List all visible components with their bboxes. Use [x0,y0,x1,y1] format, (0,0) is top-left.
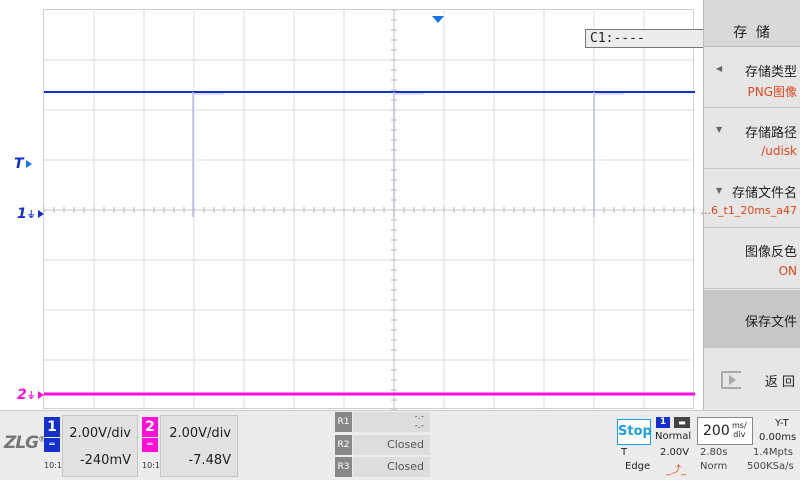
menu-item-label: 存储路径 [744,126,797,141]
record-length-time: 2.80s [700,447,728,458]
horizontal-delay[interactable]: 0.00ms [759,432,796,443]
channel1-marker-label: 1 [17,206,27,222]
ground-icon: ⏚ [26,210,36,221]
channel2-panel[interactable]: 2.00V/div -7.48V [160,415,238,477]
menu-item-file-name[interactable]: ▼ 存储文件名 ...6_t1_20ms_a47 [700,170,800,228]
menu-item-save-type[interactable]: ◀ 存储类型 PNG图像 [704,48,800,108]
channel2-coupling-icon: ═ [142,438,158,452]
channel1-badge[interactable]: 1 [44,417,60,437]
triangle-down-icon: ▼ [716,186,723,195]
channel2-marker-label: 2 [17,387,27,403]
menu-item-save-path[interactable]: ▼ 存储路径 /udisk [704,109,800,169]
channel1-probe-ratio: 10:1 [44,461,62,470]
run-stop-button[interactable]: Stop [617,419,652,445]
menu-item-label: 存储文件名 [731,186,797,201]
trigger-type: Edge [625,461,651,472]
timebase-display[interactable]: 200 ms/div [697,417,753,445]
ref-tag: R3 [335,457,352,477]
channel1-scale: 2.00V/div [69,426,131,441]
menu-item-label: 存储类型 [744,65,797,80]
menu-item-save-file[interactable]: 保存文件 [704,290,800,348]
triangle-down-icon: ▼ [716,125,723,134]
menu-item-back[interactable]: 返 回 [704,349,800,410]
arrow-right-icon [37,210,44,218]
timebase-value: 200 [703,423,730,439]
trigger-position-icon[interactable] [432,16,444,23]
trigger-coupling-icon: ▬ [674,417,690,428]
ref-r3[interactable]: R3 Closed [335,457,430,477]
channel1-panel[interactable]: 2.00V/div -240mV [62,415,138,477]
menu-item-value: /udisk [761,144,797,158]
ref-status: Closed [353,457,430,477]
ref-r1[interactable]: R1 -.- -.- [335,412,430,432]
ref-tag: R2 [335,435,352,455]
ref-status: Closed [353,435,430,455]
trigger-source-badge[interactable]: 1 [656,417,670,428]
triangle-left-icon: ◀ [716,64,723,73]
trigger-type-label: T [621,447,628,458]
ref-tag: R1 [335,412,352,432]
acquisition-mode: Norm [700,461,728,472]
ref-status: -.- -.- [353,412,430,432]
trigger-level-marker[interactable]: T [14,156,32,172]
menu-item-label: 保存文件 [744,315,797,330]
trigger-level: 2.00V [660,447,690,458]
save-menu: 存 储 ◀ 存储类型 PNG图像 ▼ 存储路径 /udisk ▼ 存储文件名 .… [700,0,800,410]
timebase-unit: ms/div [732,421,747,439]
menu-item-label: 图像反色 [744,245,797,260]
memory-depth: 1.4Mpts [753,447,794,458]
time-mode[interactable]: Y-T [775,418,789,429]
sample-rate: 500KSa/s [747,461,794,472]
channel2-scale: 2.00V/div [169,426,231,441]
trigger-mode[interactable]: Normal [655,431,691,442]
arrow-right-icon [25,160,32,168]
channel2-ground-marker[interactable]: 2⏚ [17,387,44,403]
trigger-marker-label: T [14,156,24,172]
graticule [44,10,695,410]
menu-item-value: ON [778,264,797,278]
ref-r2[interactable]: R2 Closed [335,435,430,455]
status-bar: ZLG® 1 ═ 10:1 2.00V/div -240mV 2 ═ 10:1 … [0,410,800,480]
channel2-probe-ratio: 10:1 [142,461,160,470]
waveform-display[interactable]: C1:---- [43,9,727,410]
channel2-offset: -7.48V [188,453,231,468]
logo: ZLG® [4,433,46,453]
menu-item-value: ...6_t1_20ms_a47 [700,204,797,217]
menu-item-invert-image[interactable]: 图像反色 ON [704,229,800,289]
menu-item-value: PNG图像 [747,85,797,99]
rising-edge-icon: _⤴_ [666,465,686,476]
channel2-badge[interactable]: 2 [142,417,158,437]
menu-title: 存 储 [704,0,800,47]
menu-item-label: 返 回 [764,375,795,390]
logo-text: ZLG [4,433,39,453]
arrow-right-icon [37,391,44,399]
timebase-unit-top: ms/ [732,421,747,430]
channel1-ground-marker[interactable]: 1⏚ [17,206,44,222]
timebase-unit-bottom: div [733,430,746,439]
back-icon [721,371,741,389]
ground-icon: ⏚ [26,391,36,402]
channel1-offset: -240mV [79,453,131,468]
channel1-trace [44,91,695,217]
channel1-coupling-icon: ═ [44,438,60,452]
